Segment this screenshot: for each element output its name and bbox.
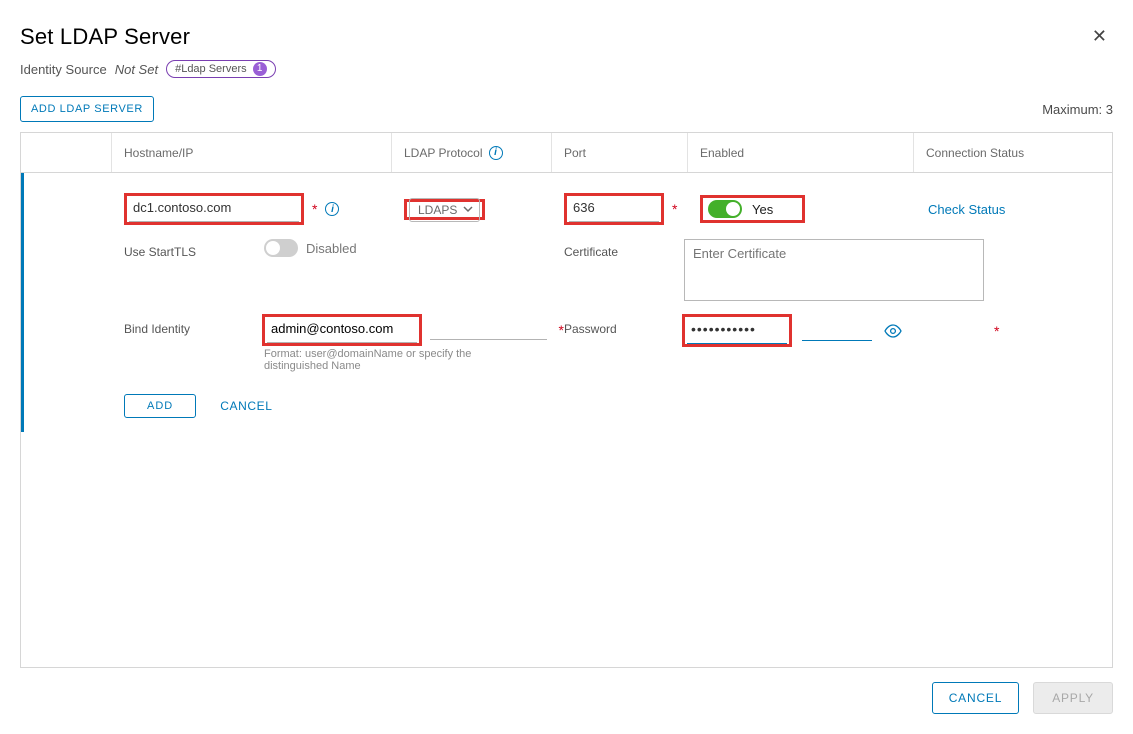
ldap-dialog: Set LDAP Server Identity Source Not Set … — [0, 0, 1133, 734]
eye-icon[interactable] — [884, 324, 902, 338]
dialog-header: Set LDAP Server Identity Source Not Set … — [20, 24, 1113, 78]
info-icon[interactable]: i — [489, 146, 503, 160]
highlight-enabled: Yes — [702, 197, 803, 221]
highlight-port — [566, 195, 662, 223]
row-actions: ADD CANCEL — [124, 394, 1102, 418]
enabled-cell: Yes — [700, 197, 926, 221]
highlight-password — [684, 316, 790, 345]
protocol-value: LDAPS — [418, 203, 457, 217]
server-row-extra2: Bind Identity * Format: user@domainName … — [34, 316, 1102, 372]
bind-identity-input[interactable] — [267, 317, 417, 343]
hostname-input[interactable] — [129, 196, 299, 222]
hostname-cell: * i — [124, 195, 404, 223]
password-input[interactable] — [687, 317, 787, 344]
required-port: * — [672, 201, 677, 217]
info-icon[interactable]: i — [325, 202, 339, 216]
ldap-servers-tag[interactable]: #Ldap Servers 1 — [166, 60, 276, 78]
dialog-footer: CANCEL APPLY — [20, 682, 1113, 714]
ldap-servers-tag-count: 1 — [253, 62, 267, 76]
certificate-input[interactable] — [684, 239, 984, 301]
col-status: Connection Status — [913, 133, 1112, 172]
col-protocol-label: LDAP Protocol — [404, 146, 483, 160]
col-port: Port — [551, 133, 687, 172]
close-icon[interactable]: ✕ — [1086, 24, 1113, 49]
port-cell: * — [564, 195, 700, 223]
add-ldap-server-button[interactable]: ADD LDAP SERVER — [20, 96, 154, 122]
identity-source-value: Not Set — [115, 62, 158, 77]
server-row-extra1: Use StartTLS Disabled Certificate — [34, 239, 1102, 304]
cancel-row-link[interactable]: CANCEL — [220, 399, 272, 413]
starttls-state: Disabled — [306, 241, 357, 256]
port-input[interactable] — [569, 196, 659, 222]
col-hostname: Hostname/IP — [111, 133, 391, 172]
highlight-hostname — [126, 195, 302, 223]
dialog-title: Set LDAP Server — [20, 24, 276, 50]
table-header: Hostname/IP LDAP Protocol i Port Enabled… — [21, 133, 1112, 173]
highlight-protocol: LDAPS — [406, 201, 483, 218]
add-button[interactable]: ADD — [124, 394, 196, 418]
chevron-down-icon — [463, 203, 473, 217]
required-password: * — [994, 323, 999, 339]
status-cell: Check Status — [926, 202, 1102, 217]
required-hostname: * — [312, 201, 317, 217]
check-status-link[interactable]: Check Status — [928, 202, 1005, 217]
identity-source-line: Identity Source Not Set #Ldap Servers 1 — [20, 60, 276, 78]
bind-identity-label: Bind Identity — [124, 316, 264, 336]
toolbar: ADD LDAP SERVER Maximum: 3 — [20, 96, 1113, 122]
apply-button: APPLY — [1033, 682, 1113, 714]
protocol-cell: LDAPS — [404, 201, 564, 218]
password-label: Password — [564, 316, 684, 336]
enabled-toggle[interactable] — [708, 200, 742, 218]
servers-table: Hostname/IP LDAP Protocol i Port Enabled… — [20, 132, 1113, 668]
cancel-button[interactable]: CANCEL — [932, 682, 1019, 714]
highlight-bind — [264, 316, 420, 344]
table-body: * i LDAPS — [21, 173, 1112, 667]
bind-identity-hint: Format: user@domainName or specify the d… — [264, 348, 524, 372]
col-enabled: Enabled — [687, 133, 913, 172]
server-row: * i LDAPS — [21, 173, 1112, 432]
col-protocol: LDAP Protocol i — [391, 133, 551, 172]
enabled-text: Yes — [752, 202, 773, 217]
certificate-label: Certificate — [564, 239, 684, 259]
identity-source-label: Identity Source — [20, 62, 107, 77]
starttls-toggle[interactable] — [264, 239, 298, 257]
maximum-label: Maximum: 3 — [1042, 102, 1113, 117]
protocol-select[interactable]: LDAPS — [409, 198, 480, 222]
starttls-label: Use StartTLS — [124, 239, 264, 259]
ldap-servers-tag-label: #Ldap Servers — [175, 63, 247, 75]
server-row-main: * i LDAPS — [34, 191, 1102, 227]
